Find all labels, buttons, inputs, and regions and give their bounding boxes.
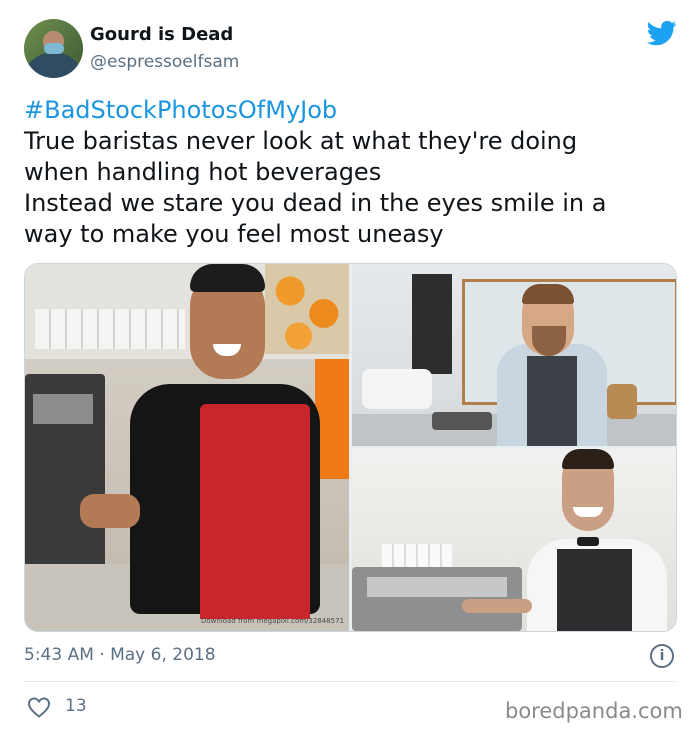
- like-count: 13: [65, 696, 87, 716]
- tweet-timestamp[interactable]: 5:43 AM · May 6, 2018: [24, 645, 216, 665]
- tweet-line: Instead we stare you dead in the eyes sm…: [24, 189, 607, 217]
- tweet-line: True baristas never look at what they're…: [24, 127, 578, 155]
- source-credit: boredpanda.com: [505, 699, 683, 723]
- author-handle[interactable]: @espressoelfsam: [90, 52, 239, 72]
- divider: [24, 681, 676, 682]
- hashtag-link[interactable]: #BadStockPhotosOfMyJob: [24, 95, 679, 126]
- tweet-line: when handling hot beverages: [24, 158, 382, 186]
- twitter-bird-icon[interactable]: [645, 18, 679, 48]
- info-circle-icon[interactable]: i: [650, 644, 674, 668]
- tweet-line: way to make you feel most uneasy: [24, 220, 444, 248]
- avatar-mask: [44, 43, 64, 54]
- author-display-name[interactable]: Gourd is Dead: [90, 24, 233, 45]
- photo-barista-bow-tie[interactable]: [352, 449, 676, 631]
- avatar[interactable]: [24, 19, 83, 78]
- media-grid[interactable]: Download from megapixl.com/32848571: [24, 263, 677, 632]
- tweet-text: #BadStockPhotosOfMyJob True baristas nev…: [24, 95, 679, 250]
- photo-barista-bearded[interactable]: [352, 264, 676, 446]
- photo-barista-red-apron[interactable]: Download from megapixl.com/32848571: [25, 264, 349, 631]
- photo-watermark: Download from megapixl.com/32848571: [201, 617, 345, 625]
- heart-outline-icon[interactable]: [27, 696, 51, 718]
